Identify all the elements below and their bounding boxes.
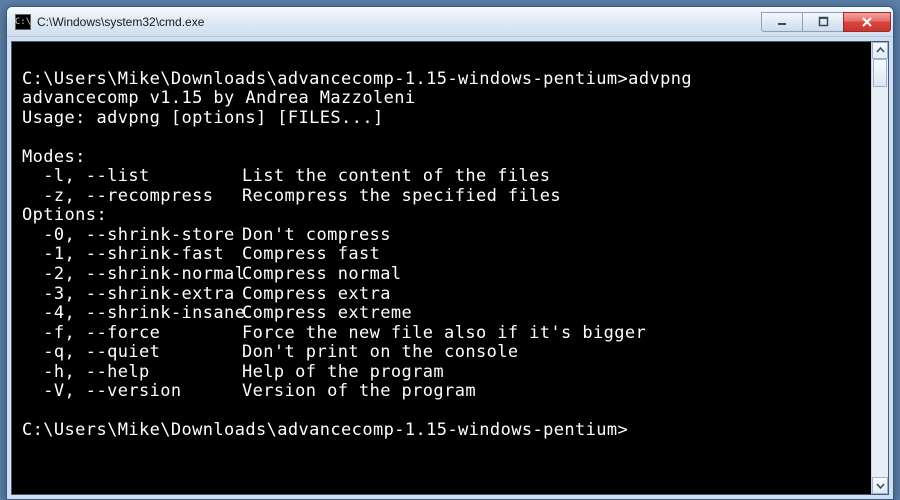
option-row: -f, --forceForce the new file also if it… [22, 324, 867, 344]
prompt-line: C:\Users\Mike\Downloads\advancecomp-1.15… [22, 70, 867, 90]
mode-flag: -l, --list [22, 167, 242, 187]
scroll-up-button[interactable] [872, 42, 888, 59]
close-button[interactable] [843, 12, 891, 32]
option-row: -2, --shrink-normalCompress normal [22, 265, 867, 285]
options-header: Options: [22, 206, 867, 226]
prompt-line: C:\Users\Mike\Downloads\advancecomp-1.15… [22, 421, 867, 441]
banner-line: advancecomp v1.15 by Andrea Mazzoleni [22, 89, 867, 109]
prompt-text: C:\Users\Mike\Downloads\advancecomp-1.15… [22, 420, 628, 440]
option-desc: Don't compress [242, 225, 391, 245]
option-row: -1, --shrink-fastCompress fast [22, 245, 867, 265]
cmd-app-icon: C:\ [15, 14, 31, 30]
option-row: -3, --shrink-extraCompress extra [22, 285, 867, 305]
close-icon [861, 16, 873, 28]
minimize-icon [777, 16, 788, 27]
option-desc: Help of the program [242, 362, 444, 382]
option-row: -h, --helpHelp of the program [22, 363, 867, 383]
option-flag: -f, --force [22, 324, 242, 344]
mode-row: -z, --recompressRecompress the specified… [22, 187, 867, 207]
option-row: -0, --shrink-storeDon't compress [22, 226, 867, 246]
cmd-window: C:\ C:\Windows\system32\cmd.exe C:\Users… [6, 6, 894, 500]
scroll-down-button[interactable] [872, 477, 888, 494]
option-row: -4, --shrink-insaneCompress extreme [22, 304, 867, 324]
vertical-scrollbar[interactable] [871, 42, 888, 494]
option-flag: -V, --version [22, 382, 242, 402]
titlebar[interactable]: C:\ C:\Windows\system32\cmd.exe [7, 7, 893, 37]
modes-header: Modes: [22, 148, 867, 168]
minimize-button[interactable] [761, 12, 803, 32]
option-flag: -4, --shrink-insane [22, 304, 242, 324]
mode-desc: List the content of the files [242, 166, 550, 186]
usage-line: Usage: advpng [options] [FILES...] [22, 109, 867, 129]
option-flag: -2, --shrink-normal [22, 265, 242, 285]
option-desc: Compress extra [242, 284, 391, 304]
option-row: -q, --quietDon't print on the console [22, 343, 867, 363]
mode-flag: -z, --recompress [22, 187, 242, 207]
scrollbar-track[interactable] [872, 59, 888, 477]
window-controls [762, 12, 891, 32]
blank-line [22, 128, 867, 148]
mode-row: -l, --listList the content of the files [22, 167, 867, 187]
option-desc: Version of the program [242, 381, 476, 401]
option-desc: Force the new file also if it's bigger [242, 323, 646, 343]
option-row: -V, --versionVersion of the program [22, 382, 867, 402]
option-desc: Compress extreme [242, 303, 412, 323]
chevron-down-icon [876, 481, 885, 490]
maximize-icon [818, 16, 829, 27]
window-title: C:\Windows\system32\cmd.exe [37, 15, 762, 29]
mode-desc: Recompress the specified files [242, 186, 561, 206]
option-flag: -1, --shrink-fast [22, 245, 242, 265]
console-output[interactable]: C:\Users\Mike\Downloads\advancecomp-1.15… [12, 42, 871, 494]
option-desc: Compress normal [242, 264, 402, 284]
client-area: C:\Users\Mike\Downloads\advancecomp-1.15… [7, 37, 893, 499]
option-flag: -h, --help [22, 363, 242, 383]
option-flag: -3, --shrink-extra [22, 285, 242, 305]
option-flag: -q, --quiet [22, 343, 242, 363]
option-desc: Compress fast [242, 244, 380, 264]
option-flag: -0, --shrink-store [22, 226, 242, 246]
maximize-button[interactable] [802, 12, 844, 32]
blank-line [22, 402, 867, 422]
console-frame: C:\Users\Mike\Downloads\advancecomp-1.15… [11, 41, 889, 495]
scrollbar-thumb[interactable] [873, 59, 887, 87]
option-desc: Don't print on the console [242, 342, 519, 362]
chevron-up-icon [876, 46, 885, 55]
